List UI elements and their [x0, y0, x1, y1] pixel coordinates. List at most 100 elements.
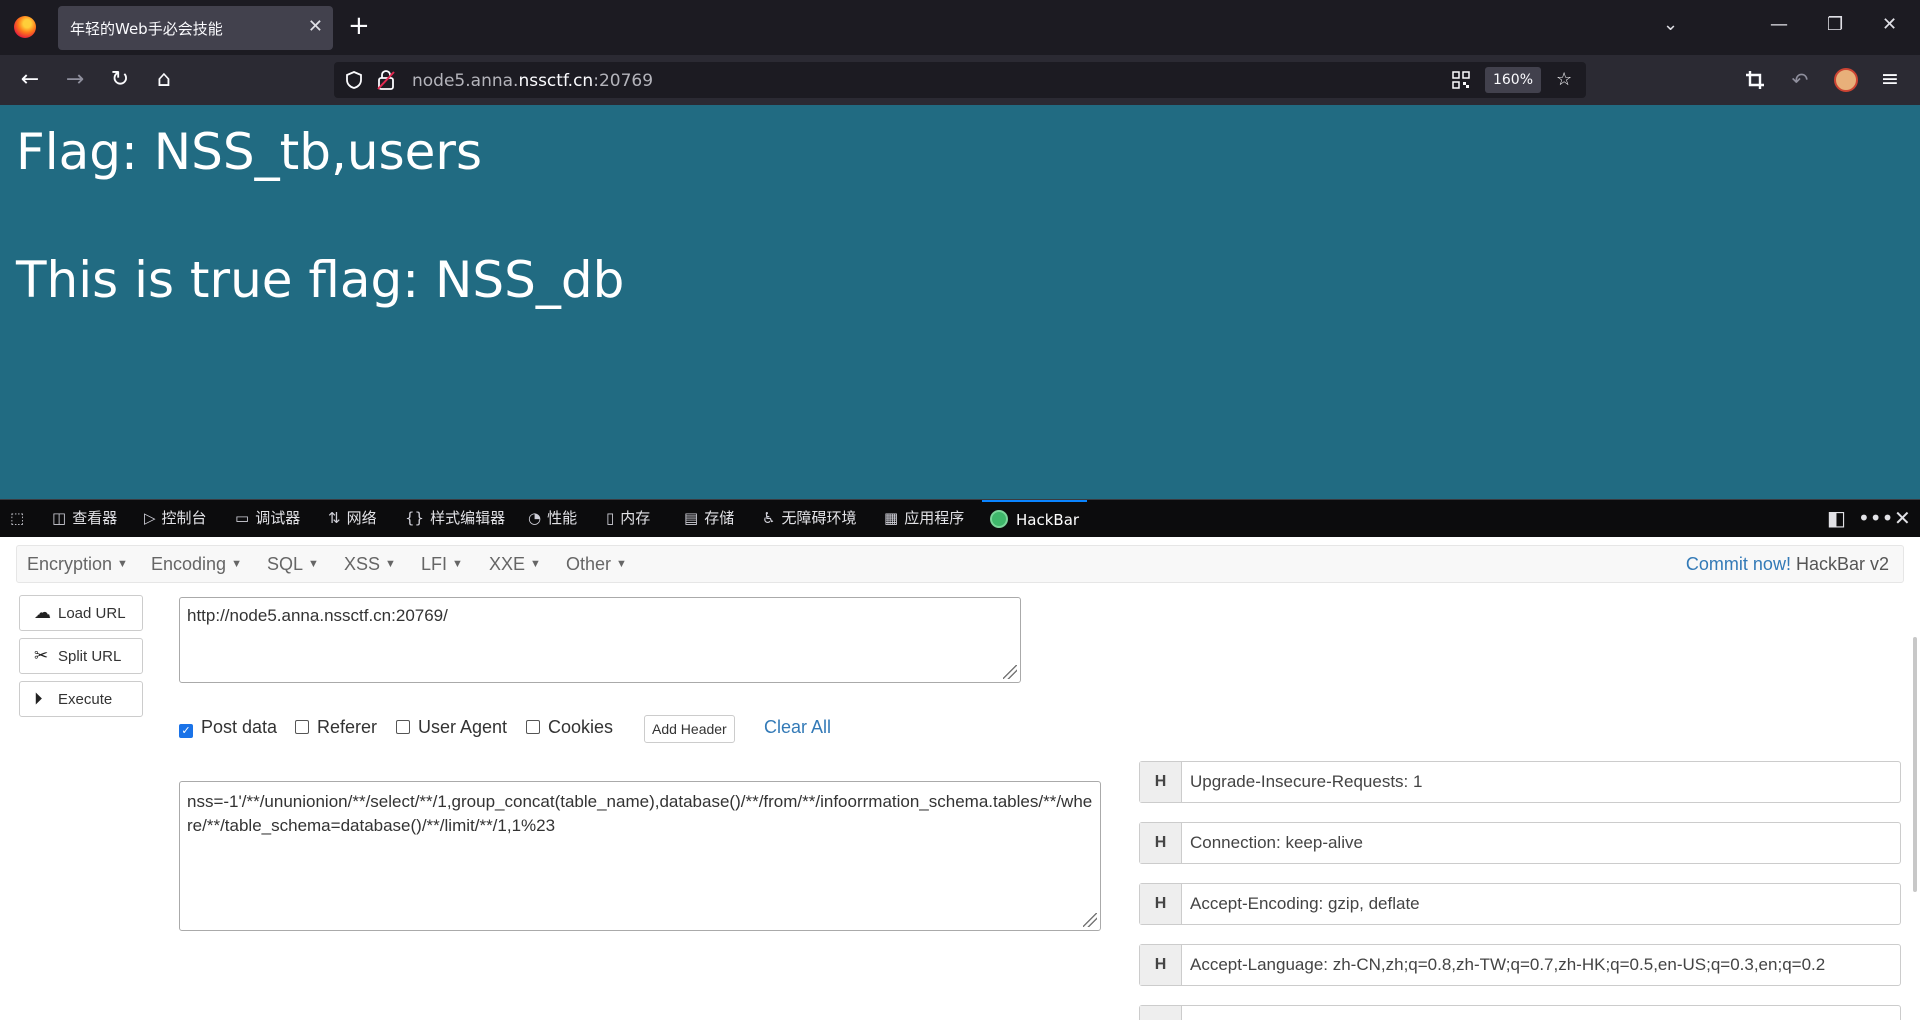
menu-other[interactable]: Other ▼	[566, 554, 627, 575]
clear-all-link[interactable]: Clear All	[764, 717, 831, 738]
forward-icon[interactable]: →	[61, 66, 89, 94]
header-row-partial[interactable]	[1139, 1005, 1901, 1020]
post-body-value: nss=-1'/**/ununionion/**/select/**/1,gro…	[187, 792, 1093, 835]
referer-checkbox[interactable]: Referer	[295, 717, 377, 738]
devtools-tab-bar: ⬚ ◫ 查看器 ▷ 控制台 ▭ 调试器 ⇅ 网络 {} 样式编辑器 ◔ 性能 ▯ 内存 ▤ 存储…	[0, 499, 1920, 537]
menu-label: Other	[566, 554, 612, 574]
header-row[interactable]: H Upgrade-Insecure-Requests: 1	[1139, 761, 1901, 803]
checkbox-icon[interactable]	[526, 720, 540, 734]
tab-application[interactable]: ▦ 应用程序	[884, 500, 964, 537]
caret-down-icon: ▼	[530, 558, 541, 570]
tab-debugger[interactable]: ▭ 调试器	[235, 500, 300, 537]
browser-tab[interactable]: 年轻的Web手必会技能 ✕	[58, 6, 333, 50]
storage-icon: ▤	[684, 509, 699, 527]
tab-label: 网络	[346, 509, 377, 527]
menu-label: XXE	[489, 554, 526, 574]
undo-icon[interactable]: ↶	[1786, 66, 1814, 94]
minimize-icon[interactable]: —	[1770, 12, 1788, 38]
split-url-button[interactable]: ✂ Split URL	[19, 638, 143, 674]
screenshot-crop-icon[interactable]	[1745, 70, 1765, 90]
user-agent-checkbox[interactable]: User Agent	[396, 717, 507, 738]
cookies-checkbox[interactable]: Cookies	[526, 717, 613, 738]
header-row[interactable]: H Accept-Language: zh-CN,zh;q=0.8,zh-TW;…	[1139, 944, 1901, 986]
menu-label: SQL	[267, 554, 304, 574]
tab-inspector[interactable]: ◫ 查看器	[52, 500, 117, 537]
header-value[interactable]: Connection: keep-alive	[1190, 833, 1363, 853]
resize-handle-icon[interactable]	[1083, 913, 1097, 927]
load-url-button[interactable]: ☁ Load URL	[19, 595, 143, 631]
restore-icon[interactable]: ❐	[1827, 12, 1843, 38]
menu-label: Encoding	[151, 554, 227, 574]
header-toggle-button[interactable]: H	[1140, 884, 1182, 924]
console-icon: ▷	[144, 509, 156, 527]
add-header-button[interactable]: Add Header	[644, 715, 735, 743]
tab-network[interactable]: ⇅ 网络	[328, 500, 377, 537]
qr-code-icon[interactable]	[1452, 71, 1470, 89]
back-icon[interactable]: ←	[16, 66, 44, 94]
menu-hamburger-icon[interactable]: ≡	[1876, 66, 1904, 94]
post-data-textarea[interactable]: nss=-1'/**/ununionion/**/select/**/1,gro…	[179, 781, 1101, 931]
url-text[interactable]: node5.anna.nssctf.cn:20769	[412, 71, 653, 91]
commit-link-text[interactable]: Commit now!	[1686, 554, 1791, 574]
tab-storage[interactable]: ▤ 存储	[684, 500, 734, 537]
cloud-download-icon: ☁	[34, 603, 51, 622]
header-toggle-button[interactable]: H	[1140, 762, 1182, 802]
tab-console[interactable]: ▷ 控制台	[144, 500, 207, 537]
header-value[interactable]: Upgrade-Insecure-Requests: 1	[1190, 772, 1422, 792]
checkbox-icon[interactable]	[295, 720, 309, 734]
header-toggle-button[interactable]	[1140, 1006, 1182, 1020]
header-row[interactable]: H Accept-Encoding: gzip, deflate	[1139, 883, 1901, 925]
header-toggle-button[interactable]: H	[1140, 945, 1182, 985]
checkbox-icon[interactable]	[396, 720, 410, 734]
hackbar-scrollbar[interactable]	[1913, 637, 1917, 892]
home-icon[interactable]: ⌂	[150, 66, 178, 94]
menu-encryption[interactable]: Encryption ▼	[27, 554, 128, 575]
menu-xxe[interactable]: XXE ▼	[489, 554, 541, 575]
button-label: Execute	[58, 691, 113, 708]
new-tab-button[interactable]: +	[348, 10, 370, 42]
tab-accessibility[interactable]: ♿ 无障碍环境	[762, 500, 856, 537]
tab-hackbar[interactable]: HackBar	[982, 500, 1088, 537]
tab-close-icon[interactable]: ✕	[308, 16, 323, 38]
tab-list-chevron-icon[interactable]: ⌄	[1663, 12, 1678, 38]
header-value[interactable]: Accept-Language: zh-CN,zh;q=0.8,zh-TW;q=…	[1190, 955, 1825, 975]
dock-side-icon[interactable]: ◧	[1827, 506, 1846, 530]
menu-label: XSS	[344, 554, 381, 574]
reload-icon[interactable]: ↻	[106, 66, 134, 94]
zoom-level-badge[interactable]: 160%	[1485, 67, 1541, 93]
header-value[interactable]: Accept-Encoding: gzip, deflate	[1190, 894, 1420, 914]
header-row[interactable]: H Connection: keep-alive	[1139, 822, 1901, 864]
close-devtools-icon[interactable]: ✕	[1894, 506, 1911, 530]
menu-lfi[interactable]: LFI ▼	[421, 554, 463, 575]
url-textarea[interactable]: http://node5.anna.nssctf.cn:20769/	[179, 597, 1021, 683]
post-data-checkbox[interactable]: ✓ Post data	[179, 717, 277, 738]
scissors-icon: ✂	[34, 646, 49, 665]
accessibility-icon: ♿	[762, 509, 776, 527]
checkbox-checked-icon[interactable]: ✓	[179, 724, 193, 738]
element-picker-icon[interactable]: ⬚	[10, 500, 30, 537]
button-label: Load URL	[58, 605, 126, 622]
address-bar[interactable]: node5.anna.nssctf.cn:20769 160% ☆	[334, 62, 1586, 98]
tab-performance[interactable]: ◔ 性能	[528, 500, 577, 537]
close-window-icon[interactable]: ✕	[1882, 12, 1897, 38]
header-toggle-button[interactable]: H	[1140, 823, 1182, 863]
tab-label: HackBar	[1016, 511, 1080, 529]
tab-memory[interactable]: ▯ 内存	[606, 500, 650, 537]
bookmark-star-icon[interactable]: ☆	[1556, 68, 1572, 92]
shield-icon[interactable]	[344, 70, 364, 90]
commit-now-link[interactable]: Commit now! HackBar v2	[1686, 554, 1889, 575]
resize-handle-icon[interactable]	[1003, 665, 1017, 679]
tab-label: 存储	[704, 509, 735, 527]
navigation-toolbar: ← → ↻ ⌂ node5.anna.nssctf.cn:20769 160% …	[0, 55, 1920, 105]
extension-avatar-icon[interactable]	[1834, 68, 1858, 92]
menu-sql[interactable]: SQL ▼	[267, 554, 319, 575]
tab-label: 应用程序	[904, 509, 965, 527]
more-options-icon[interactable]: •••	[1858, 506, 1893, 530]
insecure-lock-icon[interactable]	[376, 69, 396, 91]
menu-encoding[interactable]: Encoding ▼	[151, 554, 242, 575]
hackbar-panel: Encryption ▼ Encoding ▼ SQL ▼ XSS ▼ LFI ▼ XXE…	[0, 537, 1920, 1020]
execute-button[interactable]: ⏵ Execute	[19, 681, 143, 717]
tab-style-editor[interactable]: {} 样式编辑器	[405, 500, 505, 537]
menu-xss[interactable]: XSS ▼	[344, 554, 396, 575]
hackbar-version: HackBar v2	[1790, 554, 1889, 574]
